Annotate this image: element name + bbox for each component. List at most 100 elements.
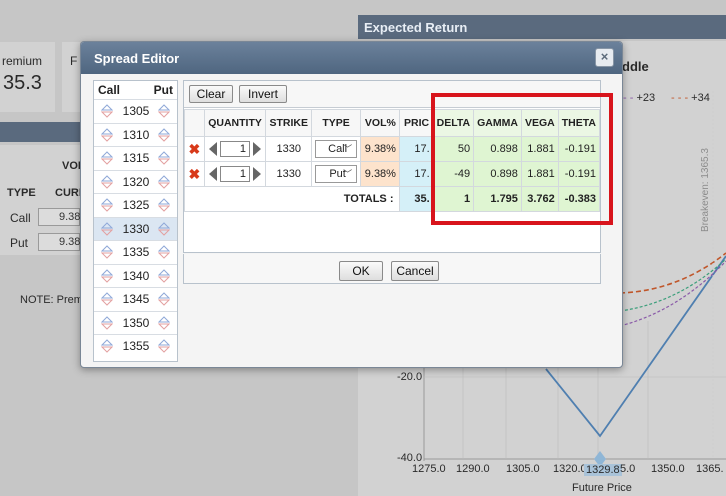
strike-value: 1315 [122,151,150,165]
decrease-quantity-icon[interactable] [209,167,218,181]
put-arrows-icon[interactable] [157,338,171,354]
strike-row[interactable]: 1310 [94,122,177,147]
put-arrows-icon[interactable] [157,291,171,307]
put-column-label: Put [153,83,173,97]
current-price-label: 1329.8 [584,464,622,476]
close-button[interactable]: × [595,48,614,67]
put-arrows-icon[interactable] [157,103,171,119]
vol-header: VOL% [360,109,401,137]
strike-row[interactable]: 1350 [94,310,177,335]
x-tick-label: 1305.0 [506,463,540,475]
decrease-quantity-icon[interactable] [209,142,218,156]
cancel-button[interactable]: Cancel [391,261,439,281]
left-section-bar [0,122,80,142]
call-arrows-icon[interactable] [100,197,114,213]
increase-quantity-icon[interactable] [253,167,262,181]
type-select[interactable]: Put ﹀ [315,165,358,183]
ok-button[interactable]: OK [339,261,383,281]
second-box [62,42,80,112]
strike-cell: 1330 [265,136,312,162]
vol-cell[interactable]: 9.38% [360,136,401,162]
delete-column-header [184,109,205,137]
call-arrows-icon[interactable] [100,291,114,307]
quantity-header: QUANTITY [203,109,267,137]
note-text: NOTE: Prem [20,294,83,306]
strike-value: 1330 [122,221,150,236]
put-arrows-icon[interactable] [157,174,171,190]
strike-value: 1325 [122,198,150,212]
strike-row[interactable]: 1320 [94,169,177,194]
strike-row[interactable]: 1325 [94,193,177,217]
chevron-down-icon: ﹀ [343,169,353,179]
clear-button[interactable]: Clear [189,85,233,103]
strike-value: 1305 [122,104,150,118]
increase-quantity-icon[interactable] [253,142,262,156]
call-column-label: Call [98,83,121,97]
call-arrows-icon[interactable] [100,127,114,143]
strike-row[interactable]: 1340 [94,263,177,288]
delete-leg-icon[interactable]: ✖ [188,141,200,157]
x-tick-label: 1365. [696,463,724,475]
strike-header: STRIKE [265,109,312,137]
price-header: PRIC [399,109,434,137]
dialog-title: Spread Editor [81,42,622,74]
quantity-input[interactable]: 1 [220,141,251,157]
vol-cell[interactable]: 9.38% [360,161,401,187]
call-arrows-icon[interactable] [100,221,114,237]
scenario-line-34 [619,252,726,294]
strike-value: 1355 [122,339,150,353]
x-tick-label: 1290.0 [456,463,490,475]
type-select[interactable]: Call ﹀ [315,140,358,158]
strike-value: 1310 [122,127,150,142]
put-arrows-icon[interactable] [157,127,171,143]
call-arrows-icon[interactable] [100,103,114,119]
call-arrows-icon[interactable] [100,315,114,331]
x-tick-label: 1275.0 [412,463,446,475]
put-arrows-icon[interactable] [157,244,171,260]
call-arrows-icon[interactable] [100,338,114,354]
row-value-call[interactable]: 9.38 [38,208,80,226]
type-header: TYPE [310,109,362,137]
expected-return-header: Expected Return [358,15,726,39]
strike-row[interactable]: 1305 [94,99,177,123]
strike-cell: 1330 [265,161,312,187]
price-cell: 17. [399,136,434,162]
call-arrows-icon[interactable] [100,244,114,260]
invert-button[interactable]: Invert [239,85,287,103]
greeks-highlight-box [431,93,613,225]
delete-leg-icon[interactable]: ✖ [188,166,200,182]
x-tick-label: 1320.0 [553,463,587,475]
strike-row[interactable]: 1355 [94,334,177,358]
totals-price: 35. [399,186,434,212]
call-arrows-icon[interactable] [100,174,114,190]
premium-value: 35.3 [3,72,42,94]
call-arrows-icon[interactable] [100,150,114,166]
type-header: TYPE [7,187,36,199]
strike-value: 1340 [122,268,150,283]
chevron-down-icon: ﹀ [343,144,353,154]
x-tick-label: 1350.0 [651,463,685,475]
row-value-put[interactable]: 9.38 [38,233,80,251]
put-arrows-icon[interactable] [157,150,171,166]
put-arrows-icon[interactable] [157,315,171,331]
strike-row[interactable]: 1335 [94,240,177,264]
box-letter: F [70,54,78,68]
put-arrows-icon[interactable] [157,221,171,237]
call-arrows-icon[interactable] [100,268,114,284]
strike-row[interactable]: 1330 [94,216,177,240]
strike-row[interactable]: 1345 [94,287,177,311]
strike-list: Call Put 1305 1310 1315 1320 1325 1330 1335 134… [93,80,178,362]
row-type-call: Call [10,211,31,225]
strike-value: 1320 [122,174,150,189]
premium-label: remium [2,54,43,68]
put-arrows-icon[interactable] [157,268,171,284]
totals-label: TOTALS : [183,186,401,212]
x-axis-label: Future Price [572,482,632,494]
strike-value: 1350 [122,315,150,330]
quantity-input[interactable]: 1 [220,166,251,182]
x-tick-label: 5.0 [620,463,636,475]
put-arrows-icon[interactable] [157,197,171,213]
strike-row[interactable]: 1315 [94,146,177,170]
strike-value: 1335 [122,245,150,259]
scenario-line-23 [619,260,726,327]
